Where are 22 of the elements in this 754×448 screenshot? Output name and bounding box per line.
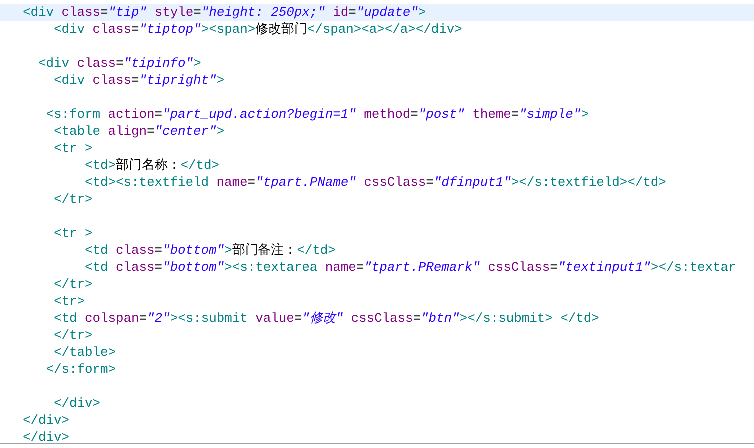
code-line: </div> <box>53 395 101 412</box>
code-line: <td class="bottom"><s:textarea name="tpart.PRemark" cssClass="textinput1"></s:textar <box>84 259 736 276</box>
code-line: <td>部门名称：</td> <box>84 157 220 174</box>
code-line: <td colspan="2"><s:submit value="修改" cssClass="btn"></s:submit> </td> <box>53 310 600 327</box>
code-line: <td class="bottom">部门备注：</td> <box>84 242 336 259</box>
code-line: <tr > <box>53 225 93 242</box>
code-line: </div> <box>23 429 70 443</box>
code-line: <tr > <box>53 140 93 157</box>
code-line: <table align="center"> <box>53 123 225 140</box>
code-line: </tr> <box>53 191 93 208</box>
code-line: <div class="tipright"> <box>53 72 225 89</box>
code-line: <s:form action="part_upd.action?begin=1" method="post" theme="simple"> <box>45 106 589 123</box>
code-line: <tr> <box>53 293 86 310</box>
code-line: <td><s:textfield name="tpart.PName" cssClass="dfinput1"></s:textfield></td> <box>84 174 666 191</box>
code-line: </s:form> <box>45 361 116 378</box>
code-line: </div> <box>23 412 70 429</box>
code-line: </tr> <box>53 327 93 344</box>
code-line: <div class="tip" style="height: 250px;" id="update"> <box>23 4 426 21</box>
code-line: </tr> <box>53 276 93 293</box>
code-line: </table> <box>53 344 116 361</box>
code-line: <div class="tiptop"><span>修改部门</span><a></a></div> <box>53 21 462 38</box>
code-line: <div class="tipinfo"> <box>38 55 202 72</box>
